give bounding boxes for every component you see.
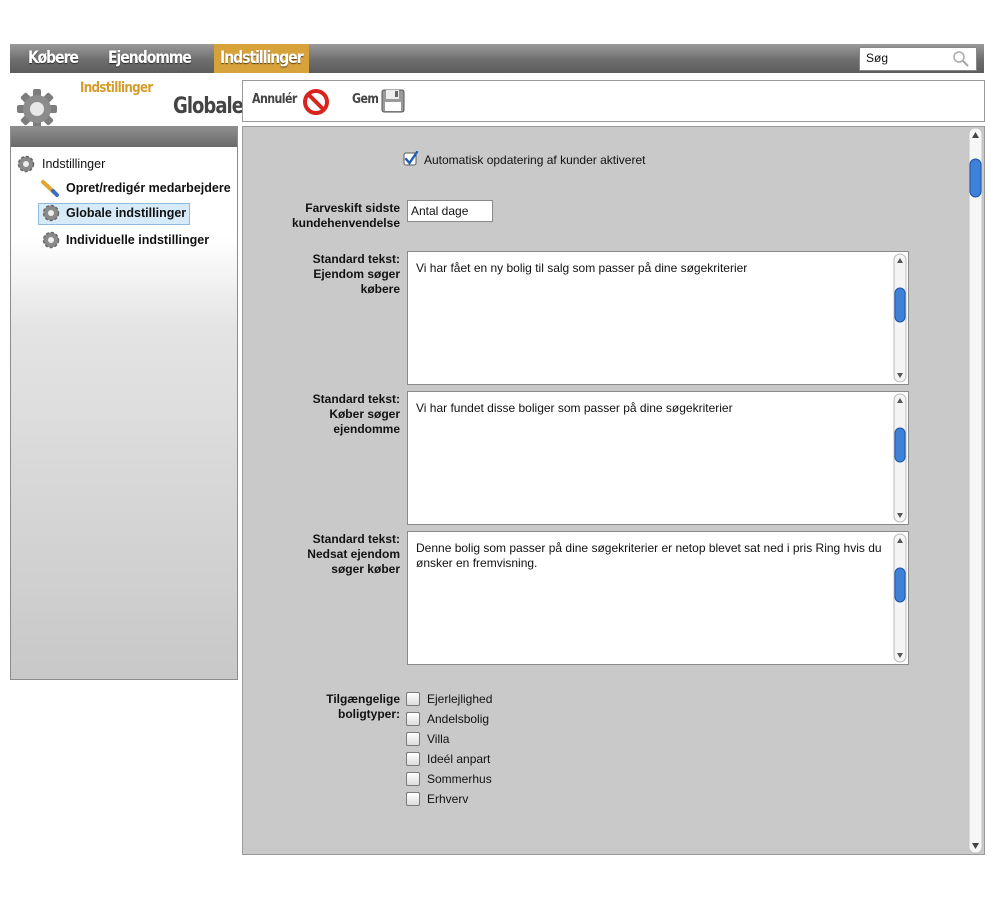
checkbox-unchecked[interactable] (406, 732, 420, 746)
text-2-label: Standard tekst: Køber søger ejendomme (263, 392, 400, 437)
checkbox-checked-icon[interactable] (403, 151, 419, 167)
property-type-option[interactable]: Villa (406, 731, 566, 747)
cancel-label: Annulér (252, 92, 297, 107)
checkbox-unchecked[interactable] (406, 772, 420, 786)
option-label: Erhverv (427, 792, 469, 806)
main-scrollbar[interactable] (967, 127, 983, 854)
auto-update-label: Automatisk opdatering af kunder aktivere… (424, 153, 646, 167)
sidebar-item-label: Globale indstillinger (66, 206, 187, 220)
label-line: Standard tekst: (312, 532, 400, 546)
search-placeholder: Søg (866, 51, 889, 65)
cancel-button[interactable]: Annulér (252, 88, 332, 116)
settings-gear-icon (17, 89, 57, 129)
label-line: Nedsat ejendom (307, 547, 400, 561)
text-3-value: Denne bolig som passer på dine søgekrite… (416, 541, 882, 570)
checkbox-unchecked[interactable] (406, 692, 420, 706)
checkbox-unchecked[interactable] (406, 792, 420, 806)
label-line: boligtyper: (338, 707, 400, 721)
label-line: Standard tekst: (312, 252, 400, 266)
days-input[interactable]: Antal dage (407, 200, 493, 222)
property-type-option[interactable]: Erhverv (406, 791, 566, 807)
auto-update-checkbox-row[interactable]: Automatisk opdatering af kunder aktivere… (403, 151, 703, 169)
property-type-option[interactable]: Andelsbolig (406, 711, 566, 727)
label-line: Farveskift sidste (305, 201, 400, 215)
cancel-icon (303, 89, 329, 115)
color-change-label: Farveskift sidste kundehenvendelse (263, 201, 400, 231)
option-label: Sommerhus (427, 772, 492, 786)
main-panel: Automatisk opdatering af kunder aktivere… (242, 126, 985, 855)
save-button[interactable]: Gem (352, 88, 412, 116)
option-label: Villa (427, 732, 450, 746)
text-1-value: Vi har fået en ny bolig til salg som pas… (416, 261, 748, 275)
sidebar-item-label: Individuelle indstillinger (66, 233, 210, 247)
option-label: Ideél anpart (427, 752, 491, 766)
checkbox-unchecked[interactable] (406, 752, 420, 766)
sidebar: Indstillinger Opret/redigér medarbejdere… (10, 126, 238, 680)
option-label: Ejerlejlighed (427, 692, 493, 706)
floppy-disk-icon (381, 89, 405, 113)
property-type-option[interactable]: Sommerhus (406, 771, 566, 787)
tab-kobere[interactable]: Købere (28, 44, 79, 73)
tab-ejendomme[interactable]: Ejendomme (108, 44, 192, 73)
tree-root-label: Indstillinger (42, 157, 106, 171)
sidebar-header (11, 127, 237, 147)
checkbox-unchecked[interactable] (406, 712, 420, 726)
gear-icon (42, 204, 60, 222)
gear-icon (17, 155, 35, 173)
label-line: købere (360, 282, 400, 296)
label-line: ejendomme (333, 422, 400, 436)
property-type-option[interactable]: Ejerlejlighed (406, 691, 566, 707)
label-line: Standard tekst: (312, 392, 400, 406)
property-type-option[interactable]: Ideél anpart (406, 751, 566, 767)
label-line: Køber søger (329, 407, 400, 421)
textarea-scrollbar[interactable] (892, 392, 908, 524)
text-2-value: Vi har fundet disse boliger som passer p… (416, 401, 733, 415)
text-3-textarea[interactable]: Denne bolig som passer på dine søgekrite… (407, 531, 909, 665)
days-input-value: Antal dage (411, 204, 469, 218)
option-label: Andelsbolig (427, 712, 490, 726)
search-icon[interactable] (952, 50, 970, 68)
header-section-label: Indstillinger (80, 80, 153, 96)
textarea-scrollbar[interactable] (892, 252, 908, 384)
pencil-icon (41, 180, 59, 197)
label-line: kundehenvendelse (291, 216, 400, 230)
page-title: Globale (173, 94, 244, 119)
text-1-label: Standard tekst: Ejendom søger købere (263, 252, 400, 297)
label-line: Tilgængelige (326, 692, 400, 706)
text-2-textarea[interactable]: Vi har fundet disse boliger som passer p… (407, 391, 909, 525)
tab-indstillinger[interactable]: Indstillinger (220, 44, 304, 73)
sidebar-item-label: Opret/redigér medarbejdere (66, 181, 231, 195)
text-1-textarea[interactable]: Vi har fået en ny bolig til salg som pas… (407, 251, 909, 385)
text-3-label: Standard tekst: Nedsat ejendom søger køb… (263, 532, 400, 577)
search-input[interactable]: Søg (859, 47, 977, 71)
textarea-scrollbar[interactable] (892, 532, 908, 664)
save-label: Gem (352, 92, 379, 107)
property-types-label: Tilgængelige boligtyper: (263, 692, 400, 722)
label-line: søger køber (331, 562, 400, 576)
gear-icon (42, 231, 60, 249)
label-line: Ejendom søger (313, 267, 400, 281)
